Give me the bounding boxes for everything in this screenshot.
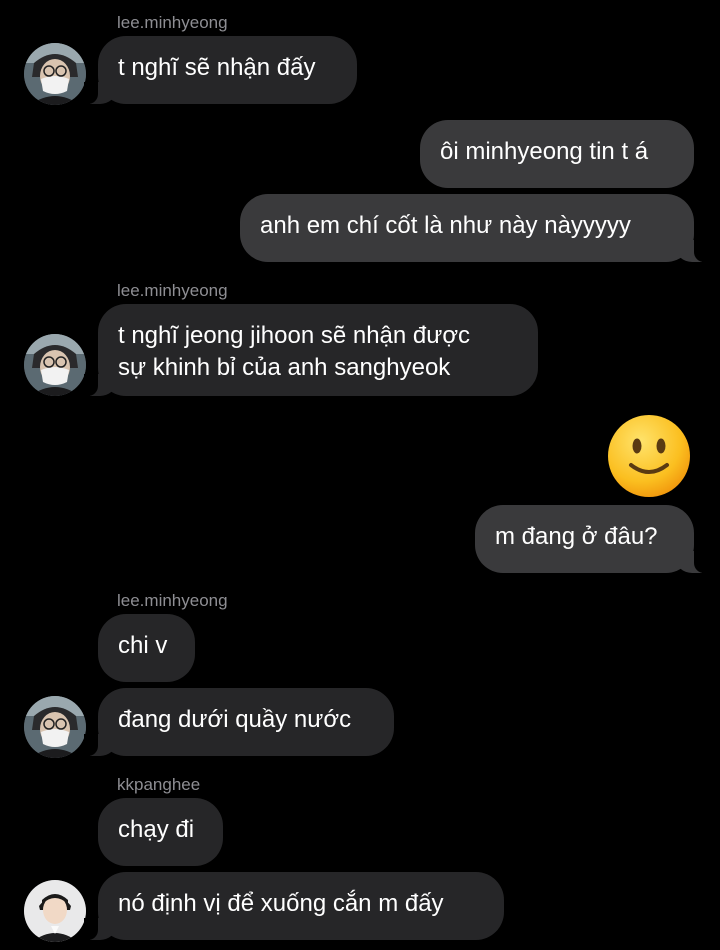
sender-name: lee.minhyeong [117, 13, 228, 32]
message-text: chạy đi [118, 816, 195, 843]
slightly-smiling-face-icon [608, 415, 690, 497]
message-bubble-outgoing[interactable]: m đang ở đâu? [475, 505, 708, 573]
message-text: nó định vị để xuống cắn m đấy [118, 890, 444, 917]
sender-name: lee.minhyeong [117, 281, 228, 300]
message-bubble-outgoing[interactable]: anh em chí cốt là như này nàyyyyy [240, 194, 708, 262]
message-bubble-incoming[interactable]: t nghĩ jeong jihoon sẽ nhận được sự khin… [84, 304, 538, 396]
message-bubble-outgoing[interactable]: ôi minhyeong tin t á [420, 120, 694, 188]
message-text: đang dưới quầy nước [118, 706, 352, 733]
message-bubble-incoming[interactable]: nó định vị để xuống cắn m đấy [84, 872, 504, 940]
message-bubble-incoming[interactable]: chi v [98, 614, 195, 682]
message-bubble-incoming[interactable]: chạy đi [98, 798, 223, 866]
message-text-line: sự khinh bỉ của anh sanghyeok [118, 354, 451, 381]
message-text: anh em chí cốt là như này nàyyyyy [260, 212, 631, 239]
avatar-kkpanghee[interactable] [24, 880, 86, 942]
avatar-photo-icon [24, 880, 86, 942]
avatar-photo-icon [24, 696, 86, 758]
avatar-lee-minhyeong[interactable] [24, 334, 86, 396]
message-emoji[interactable] [606, 413, 692, 504]
sender-name: lee.minhyeong [117, 591, 228, 610]
message-text: ôi minhyeong tin t á [440, 138, 649, 165]
message-text: m đang ở đâu? [495, 523, 658, 550]
message-text-line: t nghĩ jeong jihoon sẽ nhận được [118, 322, 471, 349]
message-text: chi v [118, 632, 168, 659]
message-text: t nghĩ sẽ nhận đấy [118, 54, 316, 81]
sender-name: kkpanghee [117, 775, 201, 794]
message-bubble-incoming[interactable]: t nghĩ sẽ nhận đấy [84, 36, 357, 104]
avatar-lee-minhyeong[interactable] [24, 43, 86, 105]
message-bubble-incoming[interactable]: đang dưới quầy nước [84, 688, 394, 756]
avatar-lee-minhyeong[interactable] [24, 696, 86, 758]
avatar-photo-icon [24, 334, 86, 396]
avatar-photo-icon [24, 43, 86, 105]
